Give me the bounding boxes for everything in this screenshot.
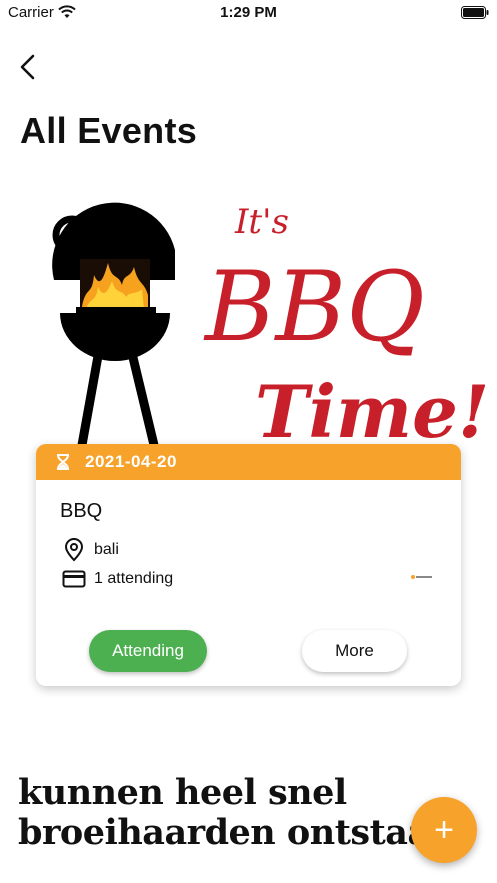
event-name: BBQ	[60, 500, 103, 522]
grill-icon	[52, 202, 175, 445]
event-date: 2021-04-20	[85, 452, 177, 471]
event-card[interactable]: 2021-04-20 BBQ bali 1 attending Attendin…	[36, 444, 461, 686]
plus-icon: +	[434, 810, 454, 849]
battery-icon	[461, 6, 489, 23]
chevron-left-icon	[20, 54, 35, 80]
card-icon	[62, 567, 86, 591]
status-time: 1:29 PM	[220, 4, 277, 21]
event-attending: 1 attending	[62, 567, 173, 591]
location-label: bali	[94, 541, 119, 558]
back-button[interactable]	[14, 52, 44, 82]
hero-text-bbq: BBQ	[203, 251, 425, 363]
hero-text-time: Time!	[255, 369, 485, 445]
event-image: It's BBQ Time!	[30, 185, 485, 445]
page-title: All Events	[20, 110, 198, 151]
attending-button[interactable]: Attending	[89, 630, 207, 672]
card-header: 2021-04-20	[36, 444, 461, 480]
location-pin-icon	[62, 538, 86, 562]
status-bar: Carrier 1:29 PM	[0, 0, 497, 28]
hero-text-its: It's	[234, 202, 289, 242]
sponsor-logo	[411, 574, 433, 582]
add-event-button[interactable]: +	[411, 797, 477, 863]
event-location: bali	[62, 538, 119, 562]
hourglass-icon	[56, 454, 70, 470]
more-button[interactable]: More	[302, 630, 407, 672]
attending-count: 1 attending	[94, 570, 174, 587]
